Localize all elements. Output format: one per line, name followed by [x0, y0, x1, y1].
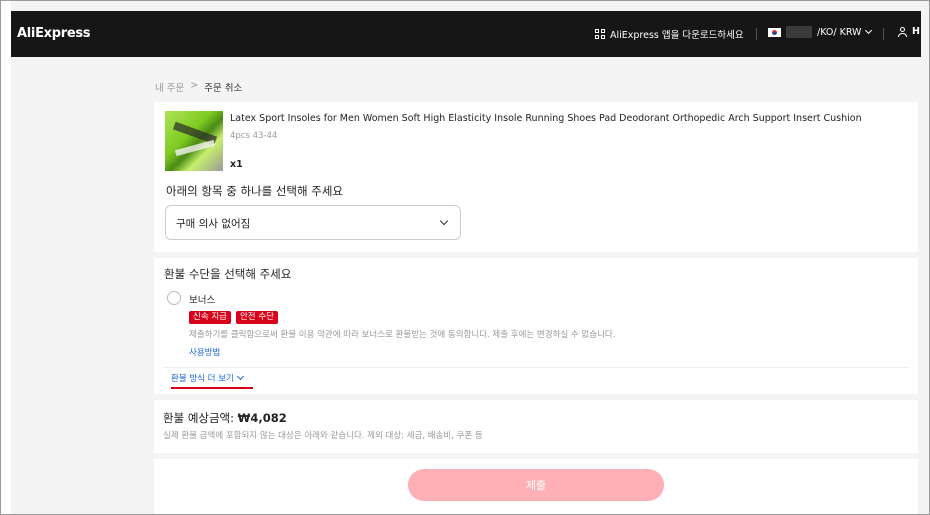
- locale-currency-selector[interactable]: /KO/ KRW: [768, 26, 873, 38]
- nav-divider: [883, 28, 884, 40]
- submit-card: 제출: [154, 459, 918, 514]
- product-quantity: x1: [230, 159, 243, 170]
- badge-fast-payment: 신속 지급: [189, 311, 231, 324]
- breadcrumb-my-orders[interactable]: 내 주문: [155, 80, 184, 94]
- cancel-reason-dropdown[interactable]: 구매 의사 없어짐: [165, 205, 461, 240]
- cancel-reason-prompt: 아래의 항목 중 하나를 선택해 주세요: [166, 184, 343, 198]
- top-nav-bar: AliExpress AliExpress 앱을 다운로드하세요 /KO/ KR…: [11, 11, 921, 57]
- badge-safe-method: 안전 수단: [235, 311, 278, 324]
- browser-frame: AliExpress AliExpress 앱을 다운로드하세요 /KO/ KR…: [0, 0, 930, 515]
- option-badges: 신속 지급 안전 수단: [189, 311, 278, 324]
- app-download-label: AliExpress 앱을 다운로드하세요: [610, 30, 744, 41]
- refund-estimate-label: 환불 예상금액:: [163, 411, 235, 425]
- submit-button[interactable]: 제출: [408, 469, 664, 501]
- locale-label: /KO/ KRW: [817, 26, 862, 38]
- account-menu[interactable]: H: [898, 26, 920, 37]
- aliexpress-logo[interactable]: AliExpress: [17, 26, 91, 41]
- refund-estimate-amount: ₩4,082: [237, 411, 287, 425]
- product-thumbnail: [165, 111, 223, 171]
- user-initial: H: [912, 26, 920, 37]
- bonus-radio[interactable]: [167, 291, 181, 305]
- left-gutter: [1, 1, 11, 514]
- qr-code-icon: [595, 29, 605, 39]
- product-reason-card: Latex Sport Insoles for Men Women Soft H…: [154, 102, 918, 252]
- highlight-underline: [171, 387, 253, 389]
- korea-flag-icon: [768, 27, 781, 37]
- user-icon: [898, 26, 907, 37]
- chevron-down-icon: [236, 372, 244, 381]
- refund-method-prompt: 환불 수단을 선택해 주세요: [164, 267, 292, 281]
- more-refund-methods-link[interactable]: 환불 방식 더 보기: [171, 372, 244, 384]
- divider: [164, 367, 909, 368]
- app-download-link[interactable]: AliExpress 앱을 다운로드하세요: [595, 27, 744, 41]
- chevron-down-icon: [865, 26, 873, 35]
- cancel-reason-selected: 구매 의사 없어짐: [176, 218, 251, 230]
- product-sku: 4pcs 43-44: [230, 131, 278, 141]
- bonus-option-label[interactable]: 보너스: [189, 292, 215, 306]
- breadcrumb: 내 주문 > 주문 취소: [155, 80, 242, 94]
- usage-guide-link[interactable]: 사용방법: [189, 346, 220, 358]
- more-refund-methods-label: 환불 방식 더 보기: [171, 374, 234, 384]
- refund-estimate-card: 환불 예상금액: ₩4,082 실제 환불 금액에 포함되지 않는 대상은 아래…: [154, 400, 918, 453]
- chevron-down-icon: [439, 216, 449, 226]
- refund-method-card: 환불 수단을 선택해 주세요 보너스 신속 지급 안전 수단 제출하기를 클릭함…: [154, 258, 918, 394]
- refund-estimate-note: 실제 환불 금액에 포함되지 않는 대상은 아래와 같습니다. 제외 대상: 세…: [163, 431, 483, 441]
- nav-divider: [756, 28, 757, 40]
- product-title: Latex Sport Insoles for Men Women Soft H…: [230, 113, 862, 124]
- masked-region: [786, 26, 812, 38]
- refund-estimate-line: 환불 예상금액: ₩4,082: [163, 410, 287, 426]
- breadcrumb-separator: >: [190, 80, 199, 91]
- breadcrumb-current: 주문 취소: [204, 83, 243, 94]
- bonus-description: 제출하기를 클릭함으로써 환불 이용 약관에 따라 보너스로 환불받는 것에 동…: [189, 330, 616, 340]
